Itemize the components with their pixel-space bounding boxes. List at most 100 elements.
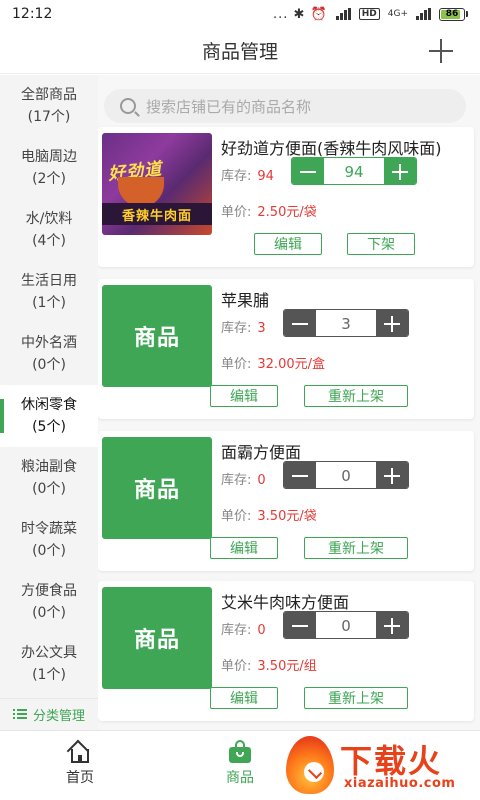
nav-products[interactable]: 商品 — [200, 739, 280, 787]
product-image[interactable]: 好劲道 香辣牛肉面 — [102, 133, 212, 235]
category-name: 电脑周边 — [21, 149, 77, 165]
product-name: 好劲道方便面(香辣牛肉风味面) — [221, 139, 442, 158]
status-icons: ... ✱ ⏰ HD 4G+ 86 — [273, 7, 468, 22]
category-item[interactable]: 办公文具 (1个) — [0, 633, 98, 695]
stock-label: 库存: — [221, 169, 252, 184]
status-time: 12:12 — [12, 6, 53, 22]
quantity-stepper: 3 — [283, 309, 409, 337]
category-item[interactable]: 中外名酒 (0个) — [0, 323, 98, 385]
stock-value: 94 — [257, 169, 274, 184]
decrement-button[interactable] — [284, 612, 316, 638]
page-title: 商品管理 — [201, 41, 278, 63]
relist-button[interactable]: 重新上架 — [304, 687, 408, 709]
stock-value: 0 — [257, 473, 266, 488]
quantity-value[interactable]: 0 — [316, 612, 376, 638]
decrement-button[interactable] — [284, 462, 316, 488]
nav-home[interactable]: 首页 — [40, 739, 120, 787]
category-item[interactable]: 全部商品 (17个) — [0, 75, 98, 137]
quantity-stepper: 94 — [291, 157, 417, 185]
increment-button[interactable] — [384, 158, 416, 184]
quantity-stepper: 0 — [283, 461, 409, 489]
category-item[interactable]: 电脑周边 (2个) — [0, 137, 98, 199]
category-name: 休闲零食 — [21, 397, 77, 413]
quantity-stepper: 0 — [283, 611, 409, 639]
category-item-active[interactable]: 休闲零食 (5个) — [0, 385, 98, 447]
price-label: 单价: — [221, 357, 252, 372]
stock-row: 库存: 3 — [221, 317, 266, 336]
product-image-placeholder[interactable]: 商品 — [102, 437, 212, 539]
decrement-button[interactable] — [284, 310, 316, 336]
battery-icon: 86 — [439, 7, 468, 21]
status-bar: 12:12 ... ✱ ⏰ HD 4G+ 86 — [0, 0, 480, 28]
category-count: (0个) — [32, 543, 66, 559]
app-header: 商品管理 — [0, 28, 480, 74]
category-item[interactable]: 水/饮料 (4个) — [0, 199, 98, 261]
category-count: (0个) — [32, 481, 66, 497]
price-row: 单价: 3.50元/组 — [221, 655, 317, 674]
quantity-value[interactable]: 94 — [324, 158, 384, 184]
edit-button[interactable]: 编辑 — [210, 385, 278, 407]
product-image-strip: 香辣牛肉面 — [102, 203, 212, 225]
relist-button[interactable]: 重新上架 — [304, 537, 408, 559]
product-image-placeholder[interactable]: 商品 — [102, 587, 212, 689]
notification-icons: ... ✱ ⏰ — [272, 6, 328, 22]
increment-button[interactable] — [376, 612, 408, 638]
quantity-value[interactable]: 0 — [316, 462, 376, 488]
stock-label: 库存: — [221, 473, 252, 488]
battery-level: 86 — [445, 9, 459, 19]
category-name: 生活日用 — [21, 273, 77, 289]
category-count: (1个) — [32, 667, 66, 683]
product-card: 好劲道 香辣牛肉面 好劲道方便面(香辣牛肉风味面) 库存: 94 94 单价: 2.… — [98, 127, 474, 267]
category-count: (2个) — [32, 171, 66, 187]
edit-button[interactable]: 编辑 — [210, 537, 278, 559]
category-count: (17个) — [27, 109, 71, 125]
category-count: (1个) — [32, 295, 66, 311]
decrement-button[interactable] — [292, 158, 324, 184]
relist-button[interactable]: 重新上架 — [304, 385, 408, 407]
price-row: 单价: 2.50元/袋 — [221, 201, 317, 220]
price-label: 单价: — [221, 509, 252, 524]
category-count: (5个) — [32, 419, 66, 435]
home-icon — [66, 739, 93, 763]
category-item[interactable]: 方便食品 (0个) — [0, 571, 98, 633]
increment-button[interactable] — [376, 310, 408, 336]
signal-icon — [335, 8, 351, 20]
stock-value: 0 — [257, 623, 266, 638]
category-name: 办公文具 — [21, 645, 77, 661]
shopping-bag-icon — [228, 739, 252, 763]
nav-products-label: 商品 — [226, 770, 254, 786]
watermark-domain: xiazaihuo.com — [344, 776, 456, 791]
stock-value: 3 — [257, 321, 266, 336]
category-name: 粮油副食 — [21, 459, 77, 475]
hd-icon: HD — [358, 8, 380, 20]
stock-row: 库存: 94 — [221, 165, 274, 184]
search-bar[interactable]: 搜索店铺已有的商品名称 — [104, 89, 466, 123]
category-manage-button[interactable]: 分类管理 — [0, 698, 98, 730]
product-name: 艾米牛肉味方便面 — [221, 593, 350, 612]
watermark-logo: 下载火 xiazaihuo.com — [282, 734, 478, 798]
stock-row: 库存: 0 — [221, 469, 266, 488]
stock-label: 库存: — [221, 623, 252, 638]
product-card: 商品 苹果脯 库存: 3 3 单价: 32.00元/盒 编辑 重新上架 — [98, 279, 474, 419]
edit-button[interactable]: 编辑 — [210, 687, 278, 709]
price-value: 3.50元/袋 — [257, 509, 317, 524]
price-row: 单价: 3.50元/袋 — [221, 505, 317, 524]
edit-button[interactable]: 编辑 — [254, 233, 322, 255]
category-name: 水/饮料 — [25, 211, 73, 227]
price-label: 单价: — [221, 659, 252, 674]
category-item[interactable]: 时令蔬菜 (0个) — [0, 509, 98, 571]
price-label: 单价: — [221, 205, 252, 220]
quantity-value[interactable]: 3 — [316, 310, 376, 336]
signal-icon-2 — [416, 8, 431, 20]
add-product-button[interactable] — [426, 36, 456, 66]
category-item[interactable]: 生活日用 (1个) — [0, 261, 98, 323]
search-icon — [120, 98, 136, 114]
category-count: (4个) — [32, 233, 66, 249]
list-icon — [12, 709, 27, 720]
product-image-placeholder[interactable]: 商品 — [102, 285, 212, 387]
increment-button[interactable] — [376, 462, 408, 488]
product-card: 商品 艾米牛肉味方便面 库存: 0 0 单价: 3.50元/组 编辑 重新上架 — [98, 581, 474, 721]
category-item[interactable]: 粮油副食 (0个) — [0, 447, 98, 509]
category-count: (0个) — [32, 357, 66, 373]
take-down-button[interactable]: 下架 — [347, 233, 415, 255]
